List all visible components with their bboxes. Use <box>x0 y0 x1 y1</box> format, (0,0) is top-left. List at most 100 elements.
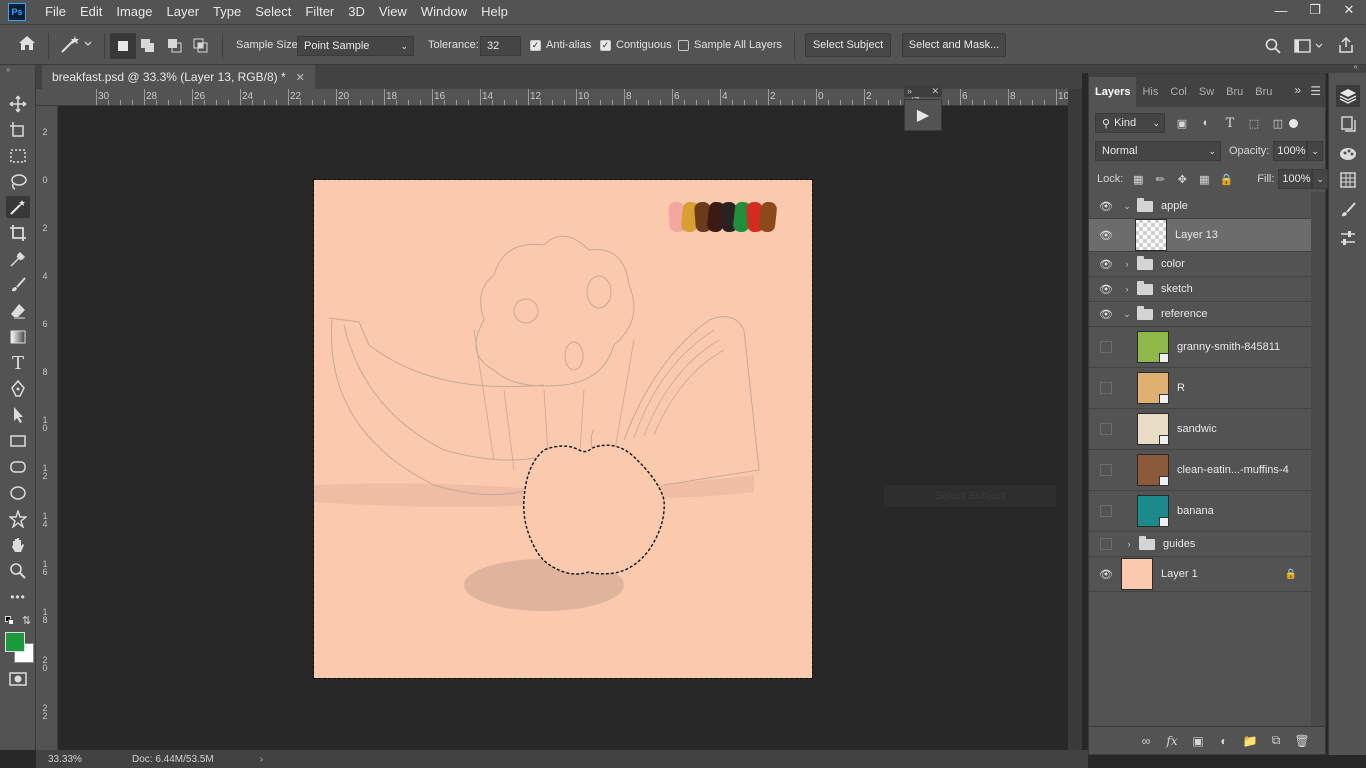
add-to-selection-icon[interactable] <box>140 38 156 54</box>
opacity-input[interactable]: 100% <box>1273 141 1308 161</box>
visibility-toggle[interactable] <box>1100 538 1112 550</box>
menu-view[interactable]: View <box>372 0 414 24</box>
layer-row[interactable]: R <box>1089 368 1311 409</box>
layer-group-row[interactable]: 👁 ⌄ apple <box>1089 194 1311 219</box>
zoom-tool-icon[interactable] <box>6 560 30 582</box>
search-icon[interactable] <box>1265 38 1281 54</box>
smart-object-filter-icon[interactable]: ◫ <box>1269 114 1287 132</box>
eye-icon[interactable]: 👁 <box>1097 568 1115 581</box>
layer-row[interactable]: 👁 Layer 1 🔒 <box>1089 557 1311 592</box>
chevron-right-icon[interactable]: › <box>1121 284 1133 294</box>
delete-layer-icon[interactable]: 🗑 <box>1289 734 1315 748</box>
blend-mode-select[interactable]: Normal ⌄ <box>1095 141 1221 161</box>
minimize-icon[interactable]: — <box>1264 0 1298 20</box>
lock-transparent-icon[interactable]: ▦ <box>1129 170 1147 188</box>
lock-all-icon[interactable]: 🔒 <box>1217 170 1235 188</box>
gradient-tool-icon[interactable] <box>6 326 30 348</box>
chevron-right-icon[interactable]: › <box>1121 259 1133 269</box>
foreground-color-swatch[interactable] <box>5 632 25 652</box>
eraser-tool-icon[interactable] <box>6 300 30 322</box>
eye-icon[interactable]: 👁 <box>1097 229 1115 242</box>
kind-filter-select[interactable]: ⚲ Kind ⌄ <box>1095 113 1165 133</box>
sample-size-select[interactable]: Point Sample ⌄ <box>297 36 414 56</box>
visibility-toggle[interactable] <box>1100 505 1112 517</box>
contiguous-checkbox[interactable]: ✓ Contiguous <box>600 39 672 51</box>
chevron-down-icon[interactable]: ⌄ <box>1121 201 1133 212</box>
new-group-icon[interactable]: 📁 <box>1237 734 1263 748</box>
swatches-panel-icon[interactable] <box>1336 169 1360 191</box>
layer-row[interactable]: clean-eatin...-muffins-4 <box>1089 450 1311 491</box>
fill-input[interactable]: 100% <box>1278 169 1313 189</box>
menu-filter[interactable]: Filter <box>298 0 341 24</box>
tab-color[interactable]: Col <box>1164 77 1193 107</box>
tab-brush-settings[interactable]: Bru <box>1249 77 1278 107</box>
path-selection-tool-icon[interactable] <box>6 404 30 426</box>
collapse-icon[interactable]: » <box>6 65 10 74</box>
layers-scrollbar[interactable] <box>1311 192 1325 726</box>
adjustment-filter-icon[interactable]: ◐ <box>1197 114 1215 132</box>
type-tool-icon[interactable]: T <box>6 352 30 374</box>
eye-icon[interactable]: 👁 <box>1097 308 1115 321</box>
layer-row[interactable]: granny-smith-845811 <box>1089 327 1311 368</box>
filter-toggle-icon[interactable] <box>1289 118 1298 128</box>
restore-icon[interactable]: ❐ <box>1298 0 1332 20</box>
menu-file[interactable]: File <box>38 0 73 24</box>
layer-row[interactable]: sandwic <box>1089 409 1311 450</box>
menu-select[interactable]: Select <box>248 0 298 24</box>
menu-edit[interactable]: Edit <box>73 0 109 24</box>
link-layers-icon[interactable]: ∞ <box>1133 734 1159 748</box>
tab-brushes[interactable]: Bru <box>1220 77 1249 107</box>
layer-group-row[interactable]: 👁 › color <box>1089 252 1311 277</box>
eyedropper-tool-icon[interactable] <box>6 248 30 270</box>
brush-tool-icon[interactable] <box>6 274 30 296</box>
eye-icon[interactable]: 👁 <box>1097 258 1115 271</box>
new-selection-icon[interactable] <box>110 33 136 59</box>
layer-group-row[interactable]: 👁 › sketch <box>1089 277 1311 302</box>
anti-alias-checkbox[interactable]: ✓ Anti-alias <box>530 39 591 51</box>
ellipse-tool-icon[interactable] <box>6 482 30 504</box>
select-and-mask-button[interactable]: Select and Mask... <box>902 33 1006 57</box>
new-layer-icon[interactable]: ⧉ <box>1263 733 1289 748</box>
hand-tool-icon[interactable] <box>6 534 30 556</box>
menu-3d[interactable]: 3D <box>341 0 372 24</box>
rounded-rectangle-tool-icon[interactable] <box>6 456 30 478</box>
workspace-icon[interactable] <box>1294 38 1324 54</box>
brushes-panel-icon[interactable] <box>1336 199 1360 221</box>
adjustments-panel-icon[interactable] <box>1336 227 1360 249</box>
panel-menu-icon[interactable]: ☰ <box>1310 84 1321 98</box>
quick-mask-icon[interactable] <box>6 668 30 690</box>
more-tools-icon[interactable]: ••• <box>6 586 30 608</box>
color-panel-icon[interactable] <box>1336 143 1360 165</box>
chevron-down-icon[interactable]: ⌄ <box>1307 141 1324 161</box>
canvas-workspace[interactable] <box>58 106 1068 750</box>
close-icon[interactable]: ✕ <box>931 86 939 97</box>
menu-layer[interactable]: Layer <box>160 0 207 24</box>
document-tab[interactable]: breakfast.psd @ 33.3% (Layer 13, RGB/8) … <box>42 65 315 89</box>
tab-layers[interactable]: Layers <box>1089 77 1137 107</box>
intersect-selection-icon[interactable] <box>193 38 209 54</box>
magic-wand-tool-icon[interactable] <box>6 196 30 218</box>
rectangle-tool-icon[interactable] <box>6 430 30 452</box>
layer-style-icon[interactable]: fx <box>1159 734 1185 748</box>
lock-position-icon[interactable]: ✥ <box>1173 170 1191 188</box>
pen-tool-icon[interactable] <box>6 378 30 400</box>
sample-all-layers-checkbox[interactable]: Sample All Layers <box>678 39 782 51</box>
zoom-level[interactable]: 33.33% <box>48 754 128 765</box>
home-icon[interactable] <box>18 35 36 51</box>
chevron-right-icon[interactable]: › <box>260 754 263 765</box>
share-icon[interactable] <box>1338 37 1354 53</box>
eye-icon[interactable]: 👁 <box>1097 200 1115 213</box>
chevron-right-icon[interactable]: › <box>1123 539 1135 549</box>
layer-row[interactable]: 👁 Layer 13 <box>1089 219 1311 252</box>
adjustment-layer-icon[interactable]: ◐ <box>1211 734 1237 748</box>
chevron-down-icon[interactable]: ⌄ <box>1121 309 1133 320</box>
lock-image-icon[interactable]: ✏ <box>1151 170 1169 188</box>
vertical-scrollbar[interactable] <box>1068 89 1082 750</box>
dock-collapse-bar[interactable]: « <box>1082 62 1366 73</box>
pixel-filter-icon[interactable]: ▣ <box>1173 114 1191 132</box>
type-filter-icon[interactable]: T <box>1221 114 1239 132</box>
visibility-toggle[interactable] <box>1100 423 1112 435</box>
move-tool-icon[interactable] <box>6 93 30 115</box>
eye-icon[interactable]: 👁 <box>1097 283 1115 296</box>
subtract-from-selection-icon[interactable] <box>167 38 183 54</box>
